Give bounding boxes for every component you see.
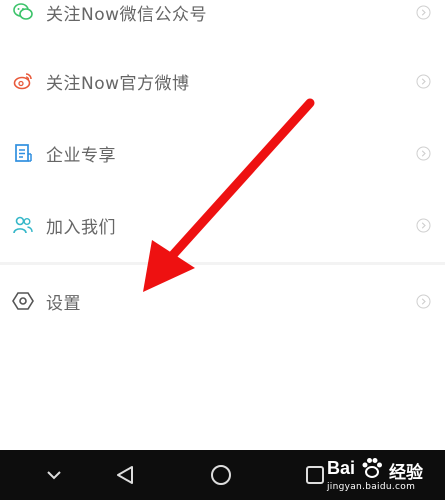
settings-hexagon-icon [12, 290, 34, 312]
people-icon [12, 214, 34, 236]
watermark-brand: Bai [327, 458, 356, 478]
chevron-down-icon[interactable] [42, 463, 66, 487]
menu-item-weibo[interactable]: 关注Now官方微博 [0, 51, 445, 111]
menu-item-enterprise[interactable]: 企业专享 [0, 123, 445, 183]
chevron-right-icon [416, 294, 431, 308]
system-navigation-bar: Bai 经验 jingyan.baidu.com [0, 450, 445, 500]
chevron-right-icon [416, 5, 431, 19]
watermark-url: jingyan.baidu.com [327, 482, 416, 492]
watermark-brand-suffix: 经验 [389, 463, 423, 483]
chevron-right-icon [416, 74, 431, 88]
paw-logo-icon [362, 458, 382, 478]
chevron-right-icon [416, 146, 431, 160]
menu-item-join-us[interactable]: 加入我们 [0, 195, 445, 255]
back-triangle-icon[interactable] [113, 463, 137, 487]
menu-item-wechat[interactable]: 关注Now微信公众号 [0, 0, 445, 42]
menu-item-label: 设置 [46, 293, 81, 314]
menu-item-label: 关注Now官方微博 [46, 73, 190, 94]
menu-item-label: 企业专享 [46, 145, 116, 166]
chevron-right-icon [416, 218, 431, 232]
menu-item-settings[interactable]: 设置 [0, 271, 445, 331]
home-circle-icon[interactable] [209, 463, 233, 487]
menu-item-label: 关注Now微信公众号 [46, 4, 208, 25]
wechat-icon [12, 1, 34, 23]
section-divider [0, 262, 445, 265]
weibo-icon [12, 70, 34, 92]
baidu-jingyan-watermark: Bai 经验 jingyan.baidu.com [297, 454, 437, 498]
document-icon [12, 142, 34, 164]
menu-item-label: 加入我们 [46, 217, 116, 238]
